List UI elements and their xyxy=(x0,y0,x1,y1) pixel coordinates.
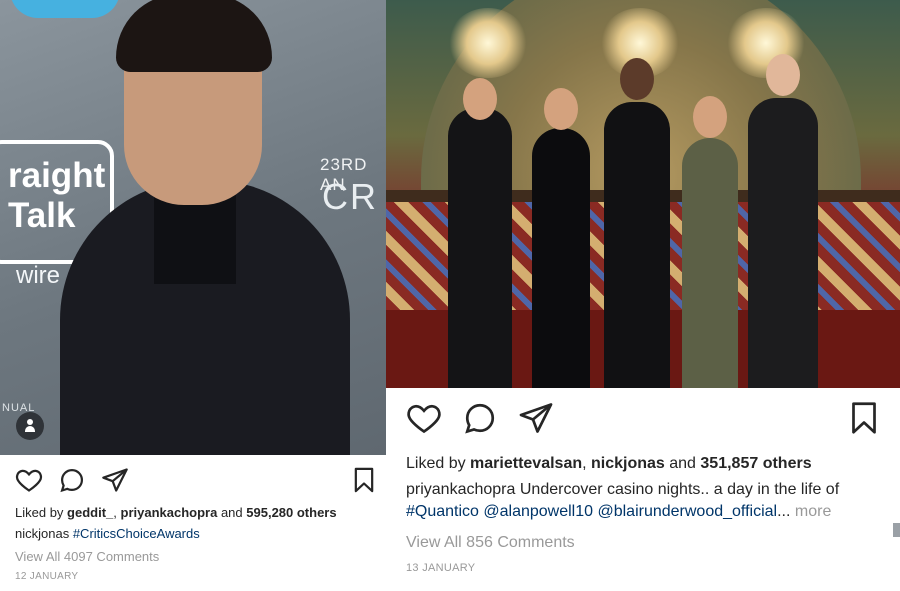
person-figure xyxy=(748,48,818,388)
person-figure xyxy=(682,88,738,388)
post-caption-continued: #Quantico @alanpowell10 @blairunderwood_… xyxy=(406,503,831,521)
figure-head xyxy=(620,58,654,100)
figure-head xyxy=(693,96,727,138)
likes-summary: Liked by mariettevalsan, nickjonas and 3… xyxy=(406,455,812,473)
left-post-photo[interactable]: raight Talk wire 23RD AN CR NUAL xyxy=(0,0,386,455)
send-icon[interactable] xyxy=(101,466,129,499)
liker-username[interactable]: priyankachopra xyxy=(121,505,218,520)
heart-icon[interactable] xyxy=(406,400,442,441)
liker-username[interactable]: mariettevalsan xyxy=(470,455,582,472)
figure-body xyxy=(448,108,512,388)
left-action-bar xyxy=(0,466,386,496)
heart-icon[interactable] xyxy=(15,466,43,499)
person-figure xyxy=(448,58,512,388)
likes-separator: , xyxy=(113,505,121,520)
comment-icon[interactable] xyxy=(462,400,498,441)
post-date: 12 JANUARY xyxy=(15,571,79,582)
person-hair xyxy=(116,0,272,72)
figure-body xyxy=(682,138,738,388)
likes-summary: Liked by geddit_, priyankachopra and 595… xyxy=(15,505,337,520)
post-date: 13 JANUARY xyxy=(406,562,476,574)
likes-count[interactable]: 595,280 others xyxy=(246,505,336,520)
figure-body xyxy=(604,102,670,388)
comment-icon[interactable] xyxy=(58,466,86,499)
bookmark-icon[interactable] xyxy=(350,466,378,499)
view-comments-link[interactable]: View All 856 Comments xyxy=(406,534,575,552)
person-photo xyxy=(52,0,352,455)
post-caption: priyankachopra Undercover casino nights.… xyxy=(406,481,839,499)
caption-more-link[interactable]: more xyxy=(795,503,831,520)
post-caption: nickjonas #CriticsChoiceAwards xyxy=(15,526,200,541)
caption-tags[interactable]: #Quantico @alanpowell10 @blairunderwood_… xyxy=(406,503,777,520)
right-post-photo[interactable] xyxy=(386,0,900,388)
figure-head xyxy=(766,54,800,96)
user-tag-icon[interactable] xyxy=(16,412,44,440)
left-instagram-post: raight Talk wire 23RD AN CR NUAL Liked b… xyxy=(0,0,386,591)
caption-username[interactable]: priyankachopra xyxy=(406,481,515,498)
liker-username[interactable]: nickjonas xyxy=(591,455,665,472)
view-comments-link[interactable]: View All 4097 Comments xyxy=(15,549,159,564)
scrollbar-thumb[interactable] xyxy=(893,523,900,537)
figure-head xyxy=(463,78,497,120)
send-icon[interactable] xyxy=(518,400,554,441)
likes-separator: , xyxy=(582,455,591,472)
likes-prefix: Liked by xyxy=(406,455,471,472)
caption-text: Undercover casino nights.. a day in the … xyxy=(519,481,840,498)
caption-hashtag[interactable]: #CriticsChoiceAwards xyxy=(73,526,200,541)
likes-mid: and xyxy=(664,455,701,472)
bookmark-icon[interactable] xyxy=(846,400,882,441)
figure-body xyxy=(748,98,818,388)
likes-prefix: Liked by xyxy=(15,505,68,520)
likes-mid: and xyxy=(217,505,247,520)
liker-username[interactable]: geddit_ xyxy=(67,505,113,520)
right-instagram-post: Liked by mariettevalsan, nickjonas and 3… xyxy=(386,0,900,591)
person-figure xyxy=(604,52,670,388)
instagram-comparison: raight Talk wire 23RD AN CR NUAL Liked b… xyxy=(0,0,900,591)
person-figure xyxy=(532,78,590,388)
caption-username[interactable]: nickjonas xyxy=(15,526,69,541)
caption-ellipsis: ... xyxy=(777,503,791,520)
figure-body xyxy=(532,128,590,388)
figure-head xyxy=(544,88,578,130)
right-action-bar xyxy=(386,400,900,438)
likes-count[interactable]: 351,857 others xyxy=(700,455,811,472)
